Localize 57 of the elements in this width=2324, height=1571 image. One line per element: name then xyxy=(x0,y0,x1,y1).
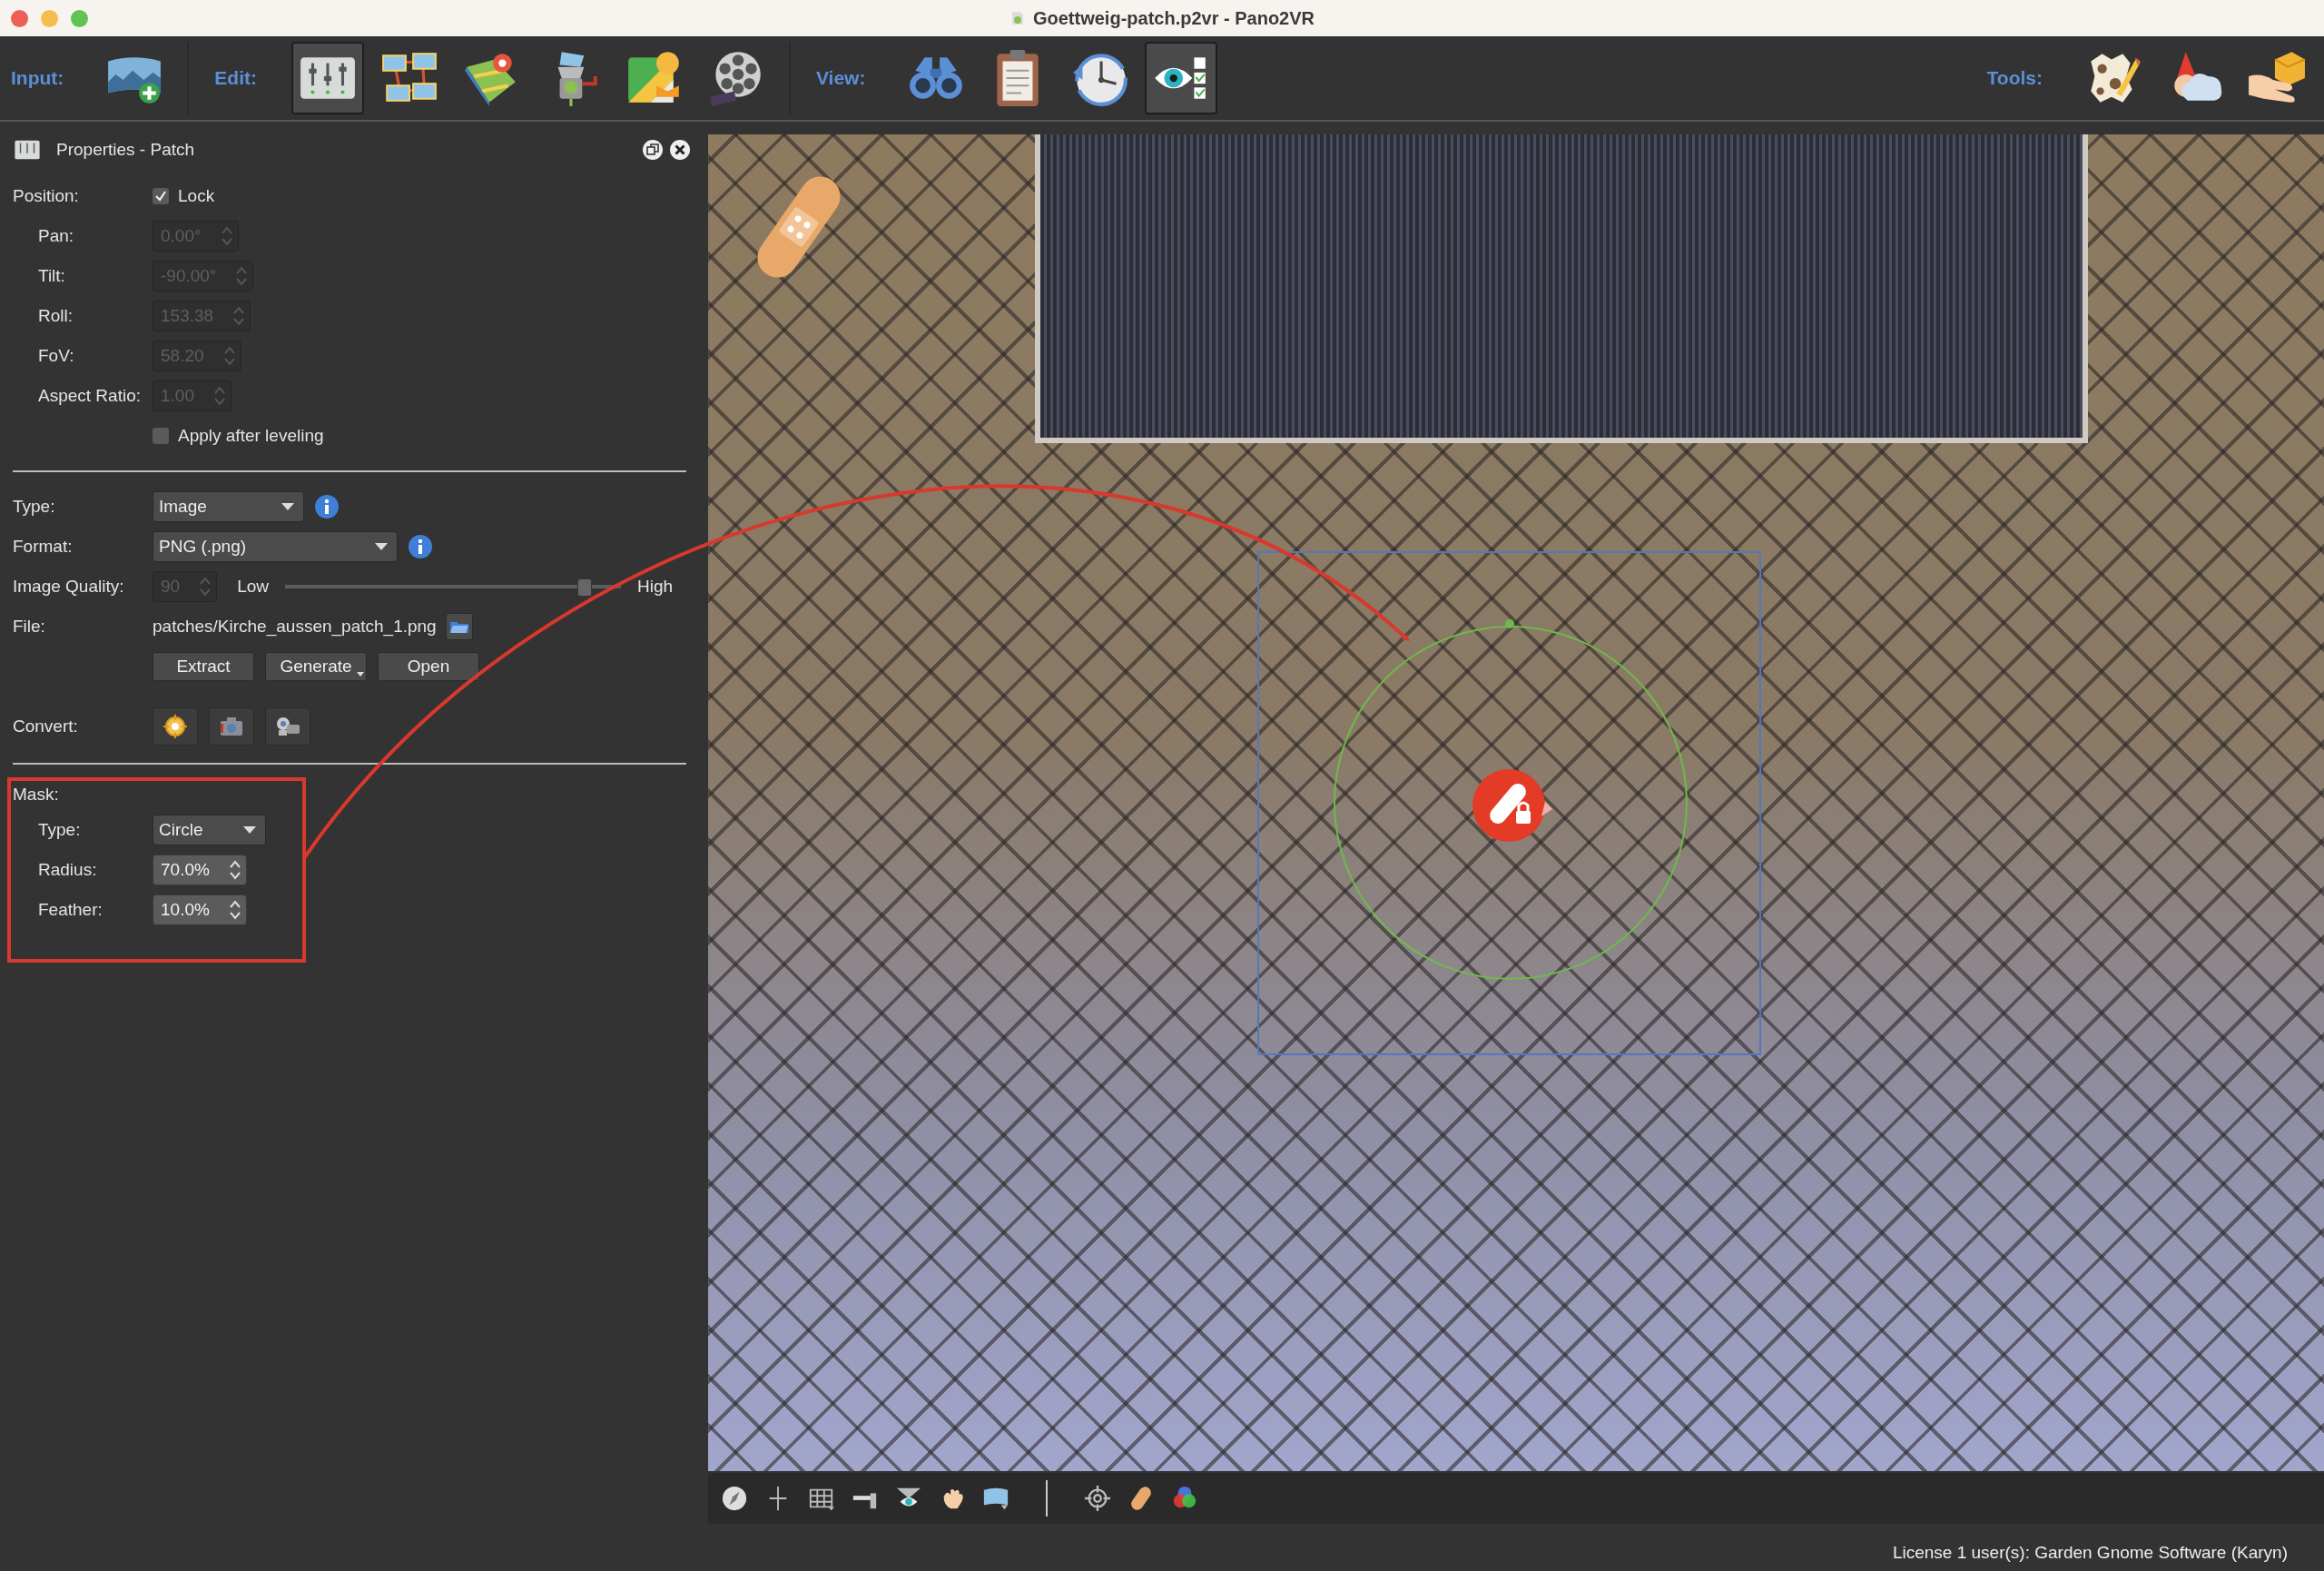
field-label: FoV: xyxy=(37,346,75,366)
file-path: patches/Kirche_aussen_patch_1.png xyxy=(153,617,437,637)
action-button[interactable]: Extract xyxy=(153,652,254,681)
patch-mask-drawing[interactable] xyxy=(1331,618,1690,982)
toolbar-button[interactable] xyxy=(1145,42,1218,114)
slider-min-label: Low xyxy=(237,577,269,597)
field-label: Pan: xyxy=(37,226,75,246)
target-icon xyxy=(1084,1485,1111,1512)
action-button[interactable]: Open xyxy=(378,652,479,681)
field-label: Convert: xyxy=(13,716,79,736)
selection-frame[interactable] xyxy=(1257,551,1761,1055)
info-icon[interactable] xyxy=(315,495,339,519)
toolbar-label: Edit: xyxy=(214,67,257,89)
spin-box[interactable]: 70.0% xyxy=(153,855,247,885)
folder-icon xyxy=(448,619,469,634)
slider-max-label: High xyxy=(637,577,674,597)
float-icon[interactable] xyxy=(643,140,663,160)
field-label: Aspect Ratio: xyxy=(37,386,142,406)
caret-icon xyxy=(243,826,256,834)
browse-button[interactable] xyxy=(445,613,473,640)
field-label: Type: xyxy=(13,497,56,517)
field-label: Format: xyxy=(13,537,74,557)
panel-title: Properties - Patch xyxy=(56,140,195,160)
action-button[interactable]: Generate xyxy=(265,652,367,681)
spin-box[interactable]: 10.0% xyxy=(153,894,247,925)
convert-button[interactable] xyxy=(153,707,198,746)
field-label: Radius: xyxy=(37,860,98,880)
checkbox-label: Lock xyxy=(178,186,215,206)
toolbar-label: Input: xyxy=(11,67,64,89)
window-title: Goettweig-patch.p2vr - Pano2VR xyxy=(1032,7,1315,29)
checkbox-label: Apply after leveling xyxy=(178,426,324,446)
convert-button[interactable] xyxy=(265,707,310,746)
license-text: License 1 user(s): Garden Gnome Software (Karyn) xyxy=(1892,1543,2288,1563)
dropdown[interactable]: Image xyxy=(153,491,304,522)
close-button[interactable] xyxy=(11,10,28,27)
section-label: Mask: xyxy=(13,785,60,805)
caret-icon xyxy=(375,543,388,550)
toolbar-button[interactable] xyxy=(290,42,364,114)
toolbar-label: Tools: xyxy=(1986,67,2043,89)
field-label: Position: xyxy=(13,186,80,206)
dropdown[interactable]: Circle xyxy=(153,815,266,845)
info-icon[interactable] xyxy=(409,535,432,558)
caret-icon xyxy=(281,503,294,510)
checkbox[interactable] xyxy=(153,428,169,444)
field-label: Type: xyxy=(37,820,82,840)
lock-checkbox[interactable] xyxy=(153,188,169,204)
compass-icon xyxy=(721,1485,748,1512)
field-label: Tilt: xyxy=(37,266,66,286)
field-label: File: xyxy=(13,617,46,637)
toolbar-label: View: xyxy=(815,67,866,89)
dropdown[interactable]: PNG (.png) xyxy=(153,531,398,562)
field-label: Feather: xyxy=(37,900,103,920)
caret-icon xyxy=(357,672,364,677)
close-icon[interactable] xyxy=(670,140,690,160)
field-label: Image Quality: xyxy=(13,577,125,597)
target-icon xyxy=(162,713,189,740)
field-label: Roll: xyxy=(37,306,74,326)
